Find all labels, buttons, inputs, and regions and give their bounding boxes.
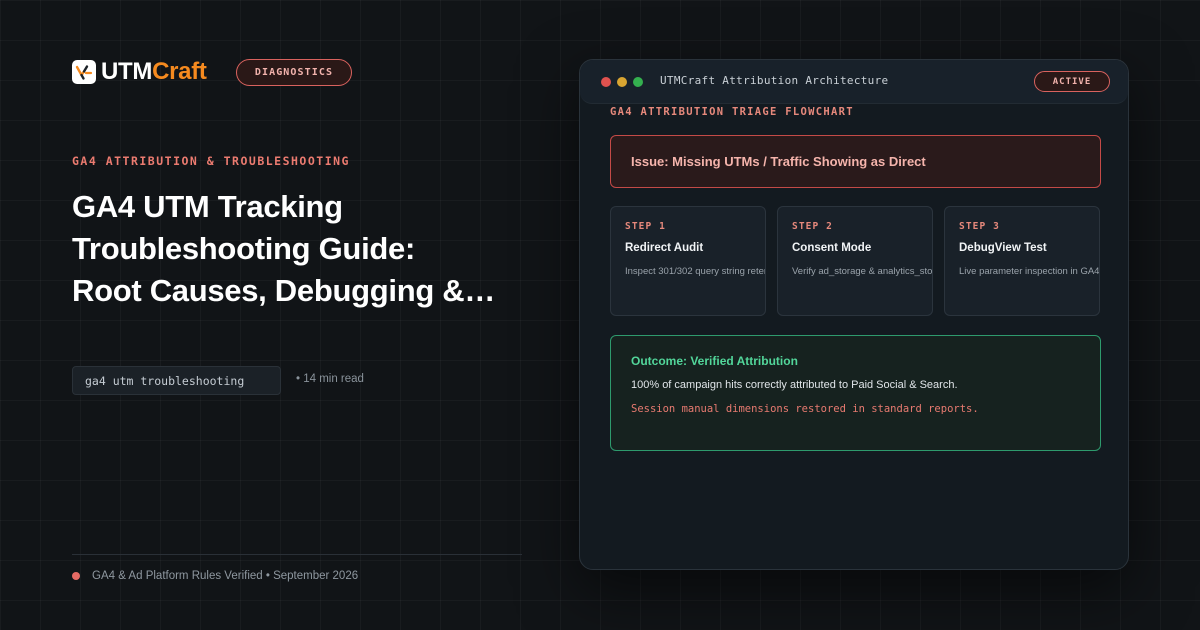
read-time: • 14 min read: [296, 373, 364, 385]
flowchart-label: GA4 ATTRIBUTION TRIAGE FLOWCHART: [610, 106, 854, 118]
verification-text: GA4 & Ad Platform Rules Verified • Septe…: [92, 570, 359, 582]
attribution-window: UTMCraft Attribution Architecture ACTIVE…: [579, 59, 1129, 570]
window-titlebar: UTMCraft Attribution Architecture ACTIVE: [580, 60, 1128, 104]
title-line: Troubleshooting Guide:: [72, 231, 415, 266]
step-number: STEP 1: [625, 221, 666, 232]
step-number: STEP 3: [959, 221, 1000, 232]
outcome-summary: 100% of campaign hits correctly attribut…: [631, 379, 958, 391]
footer-divider: [72, 554, 522, 555]
status-dot-icon: [72, 572, 80, 580]
window-maximize-icon[interactable]: [633, 77, 643, 87]
window-minimize-icon[interactable]: [617, 77, 627, 87]
window-title: UTMCraft Attribution Architecture: [660, 74, 889, 87]
logo-wordmark: UTMCraft: [101, 60, 207, 84]
article-eyebrow: GA4 ATTRIBUTION & TROUBLESHOOTING: [72, 154, 350, 168]
outcome-title: Outcome: Verified Attribution: [631, 354, 798, 368]
logo-text-craft: Craft: [152, 58, 207, 85]
step-title: Consent Mode: [792, 242, 872, 254]
article-title: GA4 UTM Tracking Troubleshooting Guide: …: [72, 186, 542, 312]
status-badge: ACTIVE: [1034, 71, 1110, 92]
step-number: STEP 2: [792, 221, 833, 232]
step-card-redirect-audit: STEP 1 Redirect Audit Inspect 301/302 qu…: [610, 206, 766, 316]
step-title: Redirect Audit: [625, 242, 704, 254]
step-card-debugview-test: STEP 3 DebugView Test Live parameter ins…: [944, 206, 1100, 316]
keyword-tag[interactable]: ga4 utm troubleshooting: [72, 366, 281, 395]
outcome-detail: Session manual dimensions restored in st…: [631, 403, 979, 415]
title-line: Root Causes, Debugging &…: [72, 273, 496, 308]
issue-box: Issue: Missing UTMs / Traffic Showing as…: [610, 135, 1101, 188]
verification-note: GA4 & Ad Platform Rules Verified • Septe…: [72, 570, 358, 582]
outcome-box: Outcome: Verified Attribution 100% of ca…: [610, 335, 1101, 451]
logo-text-utm: UTM: [101, 58, 153, 85]
utmcraft-logo[interactable]: UTMCraft: [72, 60, 207, 84]
step-description: Live parameter inspection in GA4: [959, 266, 1100, 277]
step-description: Inspect 301/302 query string retention: [625, 266, 765, 277]
category-badge: DIAGNOSTICS: [236, 59, 352, 86]
window-close-icon[interactable]: [601, 77, 611, 87]
step-card-consent-mode: STEP 2 Consent Mode Verify ad_storage & …: [777, 206, 933, 316]
logo-mark-icon: [72, 60, 96, 84]
step-description: Verify ad_storage & analytics_storage: [792, 266, 933, 277]
title-line: GA4 UTM Tracking: [72, 189, 343, 224]
step-title: DebugView Test: [959, 242, 1047, 254]
